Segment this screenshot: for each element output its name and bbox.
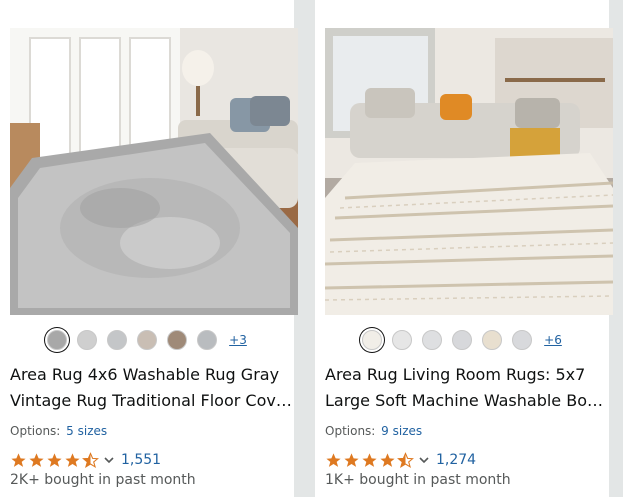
color-swatch[interactable] [452, 330, 473, 350]
product-card-1[interactable]: +3 Area Rug 4x6 Washable Rug Gray Vintag… [0, 0, 298, 497]
product-image[interactable] [325, 28, 613, 315]
options-sizes-link[interactable]: 5 sizes [66, 424, 107, 438]
product-card-2[interactable]: +6 Area Rug Living Room Rugs: 5x7 Large … [315, 0, 613, 497]
star-half-icon [397, 451, 414, 468]
product-title-line: Area Rug Living Room Rugs: 5x7 [325, 365, 586, 384]
rug-scene-image [10, 28, 298, 315]
product-title-line: Area Rug 4x6 Washable Rug Gray [10, 365, 280, 384]
color-swatch[interactable] [47, 330, 68, 350]
star-full-icon [29, 452, 44, 467]
product-title-link[interactable]: Area Rug 4x6 Washable Rug Gray Vintage R… [10, 362, 292, 414]
color-swatch[interactable] [512, 330, 533, 350]
color-swatch[interactable] [362, 330, 383, 350]
rating-row: 1,551 [10, 450, 161, 470]
rating-count-link[interactable]: 1,274 [436, 452, 476, 468]
product-title-link[interactable]: Area Rug Living Room Rugs: 5x7 Large Sof… [325, 362, 607, 414]
options-row: Options: 5 sizes [10, 424, 107, 438]
color-swatch[interactable] [107, 330, 128, 350]
product-title-line: Large Soft Machine Washable Bo… [325, 391, 603, 410]
product-title-line: Vintage Rug Traditional Floor Cov… [10, 391, 292, 410]
color-swatches: +6 [315, 328, 609, 352]
chevron-down-icon[interactable] [418, 454, 430, 466]
bought-past-month: 2K+ bought in past month [10, 472, 196, 488]
options-label: Options: [325, 424, 376, 438]
color-swatch[interactable] [422, 330, 443, 350]
color-swatch[interactable] [167, 330, 188, 350]
options-label: Options: [10, 424, 61, 438]
chevron-down-icon[interactable] [103, 454, 115, 466]
star-full-icon [344, 452, 359, 467]
rating-count-link[interactable]: 1,551 [121, 452, 161, 468]
bought-past-month: 1K+ bought in past month [325, 472, 511, 488]
star-full-icon [11, 452, 26, 467]
star-full-icon [326, 452, 341, 467]
product-image[interactable] [10, 28, 298, 315]
color-swatch[interactable] [77, 330, 98, 350]
more-swatches-link[interactable]: +6 [544, 333, 562, 347]
rating-row: 1,274 [325, 450, 476, 470]
color-swatches: +3 [0, 328, 294, 352]
star-rating[interactable] [325, 451, 414, 469]
color-swatch[interactable] [137, 330, 158, 350]
color-swatch[interactable] [197, 330, 218, 350]
options-sizes-link[interactable]: 9 sizes [381, 424, 422, 438]
color-swatch[interactable] [482, 330, 503, 350]
more-swatches-link[interactable]: +3 [229, 333, 247, 347]
star-rating[interactable] [10, 451, 99, 469]
rug-scene-image [325, 28, 613, 315]
star-full-icon [65, 452, 80, 467]
star-full-icon [380, 452, 395, 467]
star-half-icon [82, 451, 99, 468]
options-row: Options: 9 sizes [325, 424, 422, 438]
color-swatch[interactable] [392, 330, 413, 350]
star-full-icon [362, 452, 377, 467]
star-full-icon [47, 452, 62, 467]
